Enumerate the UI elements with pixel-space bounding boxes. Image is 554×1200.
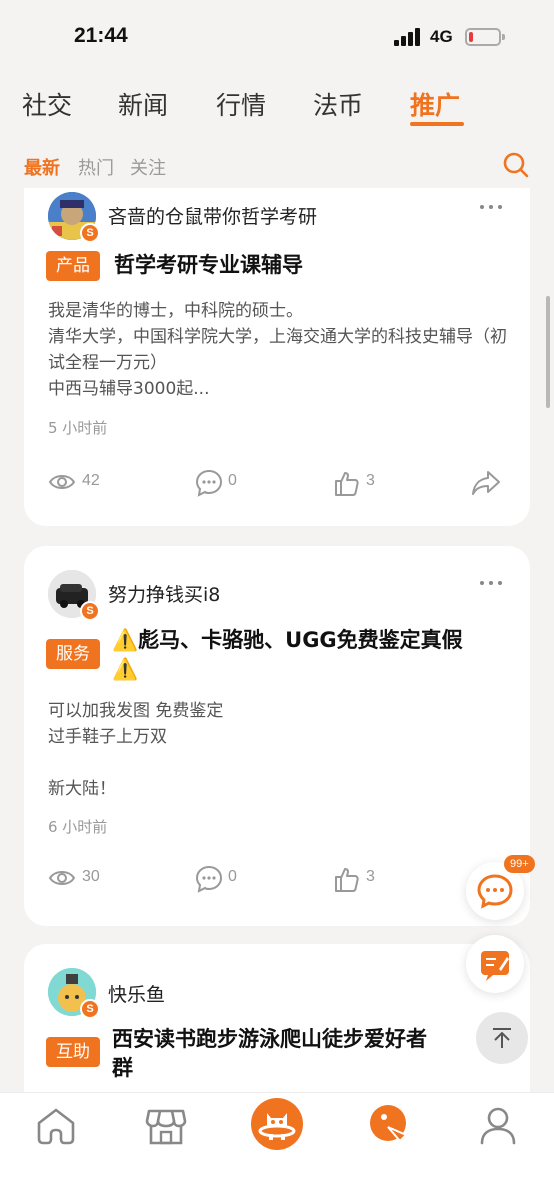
scroll-to-top-button[interactable] [476,1012,528,1064]
promo-icon[interactable] [366,1099,416,1149]
verified-badge-icon: S [80,601,100,621]
home-icon[interactable] [31,1101,81,1151]
tab-fiat[interactable]: 法币 [313,86,363,122]
signal-icon [394,28,424,46]
bottom-nav [0,1092,554,1200]
active-tab-indicator [410,122,464,126]
filter-hot[interactable]: 热门 [78,154,114,180]
scrollbar[interactable] [546,296,550,408]
likes-count: 3 [366,472,375,489]
views-count: 30 [82,868,100,885]
post-username[interactable]: 努力挣钱买i8 [108,580,220,607]
filter-latest[interactable]: 最新 [24,154,60,180]
like-button[interactable]: 3 [332,864,412,894]
comments-count: 0 [228,868,237,885]
network-label: 4G [430,27,453,46]
likes-count: 3 [366,868,375,885]
post-body[interactable]: 我是清华的博士，中科院的硕士。 清华大学，中国科学院大学，上海交通大学的科技史辅… [48,298,518,402]
post-title[interactable]: 西安读书跑步游泳爬山徒步爱好者 群 [112,1025,526,1083]
verified-badge-icon: S [80,223,100,243]
views-stat: 42 [48,468,138,498]
edit-icon [481,951,509,981]
post-time: 6 小时前 [48,818,108,836]
search-icon[interactable] [501,150,531,180]
post-username[interactable]: 吝啬的仓鼠带你哲学考研 [108,202,317,229]
arrow-up-icon [493,1028,511,1048]
post-title-line: 西安读书跑步游泳爬山徒步爱好者 [112,1027,427,1051]
status-bar: 21:44 4G [0,0,554,76]
tab-news[interactable]: 新闻 [118,86,168,122]
status-time: 21:44 [74,24,128,47]
comment-icon [195,469,223,497]
comments-count: 0 [228,472,237,489]
thumbs-up-icon [335,472,359,496]
thumbs-up-icon [335,868,359,892]
more-options-icon[interactable] [480,202,504,212]
profile-icon[interactable] [473,1101,523,1151]
post-tag: 产品 [46,251,100,281]
post-title-line: 群 [112,1056,133,1080]
verified-badge-icon: S [80,999,100,1019]
post-card[interactable]: S 吝啬的仓鼠带你哲学考研 产品 哲学考研专业课辅导 我是清华的博士，中科院的硕… [24,188,530,526]
more-options-icon[interactable] [480,578,504,588]
like-button[interactable]: 3 [332,468,412,498]
tab-promotion[interactable]: 推广 [410,86,460,122]
post-time: 5 小时前 [48,419,108,437]
share-button[interactable] [470,468,502,498]
battery-icon [465,28,505,46]
post-username[interactable]: 快乐鱼 [108,980,165,1007]
main-tabs: 社交 新闻 行情 法币 推广 [0,80,554,130]
comment-button[interactable]: 0 [194,468,274,498]
filter-following[interactable]: 关注 [130,154,166,180]
post-title[interactable]: 哲学考研专业课辅导 [114,251,303,280]
chat-badge: 99+ [504,855,535,873]
tab-social[interactable]: 社交 [22,86,72,122]
planet-cat-icon[interactable] [250,1097,304,1151]
views-stat: 30 [48,864,138,894]
sub-tabs: 最新 热门 关注 [0,150,554,184]
comment-icon [195,865,223,893]
share-icon [472,471,500,495]
comment-button[interactable]: 0 [194,864,274,894]
post-body[interactable]: 可以加我发图 免费鉴定 过手鞋子上万双 新大陆！ [48,698,518,802]
post-tag: 服务 [46,639,100,669]
tab-market[interactable]: 行情 [216,86,266,122]
compose-fab[interactable] [466,935,524,993]
eye-icon [48,871,76,885]
views-count: 42 [82,472,100,489]
post-card[interactable]: S 努力挣钱买i8 服务 ⚠️彪马、卡骆驰、UGG免费鉴定真假 ⚠️ 可以加我发… [24,546,530,926]
post-title-line: ⚠️彪马、卡骆驰、UGG免费鉴定真假 [112,628,463,652]
post-title-line: ⚠️ [112,657,139,681]
market-icon[interactable] [141,1101,191,1151]
post-card[interactable]: S 快乐鱼 互助 西安读书跑步游泳爬山徒步爱好者 群 [24,944,530,1092]
post-title[interactable]: ⚠️彪马、卡骆驰、UGG免费鉴定真假 ⚠️ [112,626,524,684]
post-tag: 互助 [46,1037,100,1067]
eye-icon [48,475,76,489]
